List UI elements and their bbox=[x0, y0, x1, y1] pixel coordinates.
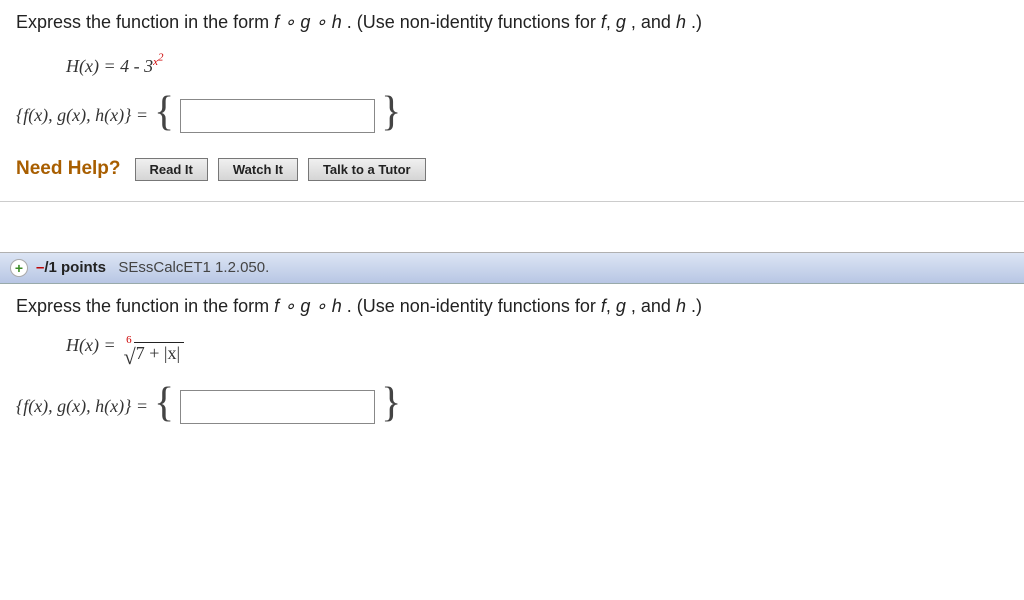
open-brace-icon2: { bbox=[154, 387, 174, 421]
q1-answer-label: {f(x), g(x), h(x)} = bbox=[16, 105, 148, 126]
close-brace-icon2: } bbox=[381, 387, 401, 421]
open-brace-icon: { bbox=[154, 96, 174, 130]
q2-answer-input[interactable] bbox=[180, 390, 375, 424]
q2-prompt: Express the function in the form f ∘ g ∘… bbox=[16, 296, 1008, 317]
q1-formula: H(x) = 4 - 3x2 bbox=[66, 51, 1008, 77]
radicand: 7 + |x| bbox=[134, 342, 184, 368]
help-label: Need Help? bbox=[16, 158, 121, 180]
q1-help-row: Need Help? Read It Watch It Talk to a Tu… bbox=[16, 158, 1008, 181]
radical-symbol-icon: √ bbox=[124, 344, 136, 370]
q2-prompt-suffix: . (Use non-identity functions for bbox=[347, 296, 601, 316]
letter-g: g bbox=[616, 12, 626, 32]
q2-composition: f ∘ g ∘ h bbox=[274, 296, 342, 316]
expand-icon[interactable]: + bbox=[10, 259, 28, 277]
gap bbox=[0, 202, 1024, 252]
q1-prompt-prefix: Express the function in the form bbox=[16, 12, 274, 32]
question-2: Express the function in the form f ∘ g ∘… bbox=[0, 284, 1024, 444]
watch-it-button[interactable]: Watch It bbox=[218, 158, 298, 181]
q1-prompt-suffix2: , and bbox=[631, 12, 676, 32]
question-1: Express the function in the form f ∘ g ∘… bbox=[0, 0, 1024, 202]
q1-prompt-end: .) bbox=[691, 12, 702, 32]
q2-formula: H(x) = 6 √ 7 + |x| bbox=[66, 335, 1008, 368]
letter-h2: h bbox=[676, 296, 686, 316]
question-2-header: + –/1 points SEssCalcET1 1.2.050. bbox=[0, 252, 1024, 284]
letter-g2: g bbox=[616, 296, 626, 316]
radical-icon: 6 √ 7 + |x| bbox=[120, 342, 184, 368]
q2-answer-label: {f(x), g(x), h(x)} = bbox=[16, 396, 148, 417]
q2-answer-line: {f(x), g(x), h(x)} = { } bbox=[16, 390, 1008, 424]
q1-answer-line: {f(x), g(x), h(x)} = { } bbox=[16, 99, 1008, 133]
q2-fn-lhs: H(x) = bbox=[66, 335, 120, 355]
q2-prompt-prefix: Express the function in the form bbox=[16, 296, 274, 316]
q1-prompt-suffix: . (Use non-identity functions for bbox=[347, 12, 601, 32]
q1-answer-input[interactable] bbox=[180, 99, 375, 133]
q2-prompt-end: .) bbox=[691, 296, 702, 316]
close-brace-icon: } bbox=[381, 96, 401, 130]
letter-f: f bbox=[601, 12, 606, 32]
q1-prompt: Express the function in the form f ∘ g ∘… bbox=[16, 12, 1008, 33]
points-label: –/1 points bbox=[36, 259, 106, 276]
q1-composition: f ∘ g ∘ h bbox=[274, 12, 342, 32]
q2-prompt-suffix2: , and bbox=[631, 296, 676, 316]
source-label: SEssCalcET1 1.2.050. bbox=[110, 259, 269, 276]
read-it-button[interactable]: Read It bbox=[135, 158, 208, 181]
q1-fn-lhs: H(x) = 4 - 3x2 bbox=[66, 56, 164, 76]
letter-f2: f bbox=[601, 296, 606, 316]
letter-h: h bbox=[676, 12, 686, 32]
talk-to-tutor-button[interactable]: Talk to a Tutor bbox=[308, 158, 426, 181]
